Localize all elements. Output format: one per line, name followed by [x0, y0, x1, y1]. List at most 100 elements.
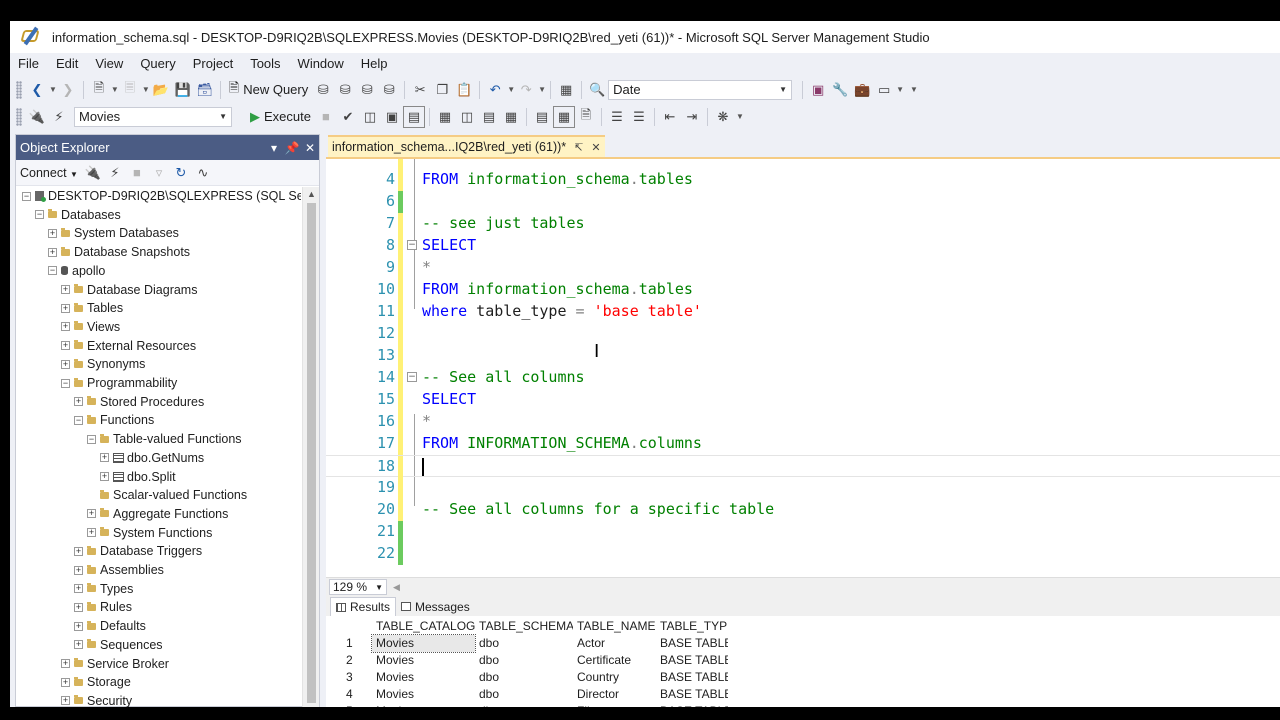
- collapse-icon[interactable]: −: [48, 266, 57, 276]
- stop-icon[interactable]: ■: [126, 162, 148, 184]
- expand-icon[interactable]: +: [100, 453, 109, 463]
- back-icon[interactable]: ❮: [26, 79, 48, 101]
- grid-cell[interactable]: BASE TABLE: [656, 686, 728, 703]
- expand-icon[interactable]: +: [61, 341, 70, 351]
- grid-cell[interactable]: BASE TABLE: [656, 669, 728, 686]
- command-window-dropdown-icon[interactable]: ▼: [896, 85, 904, 94]
- editor-line[interactable]: 12: [326, 323, 1280, 345]
- connect-plug-icon[interactable]: 🔌: [26, 106, 48, 128]
- toolbar-overflow-icon[interactable]: ▼: [910, 85, 918, 94]
- tree-node[interactable]: + Types: [74, 580, 133, 598]
- expand-icon[interactable]: +: [61, 285, 70, 294]
- tree-node[interactable]: + dbo.GetNums: [100, 449, 204, 467]
- editor-line[interactable]: 16 *: [326, 411, 1280, 433]
- grid-cell[interactable]: Movies: [372, 686, 475, 703]
- add-item-icon[interactable]: 🗏: [119, 79, 141, 101]
- pin-icon[interactable]: ↸: [574, 141, 583, 154]
- editor-line[interactable]: 10 FROM information_schema.tables: [326, 279, 1280, 301]
- specify-template-values-icon[interactable]: ❋: [712, 106, 734, 128]
- grid-cell[interactable]: Movies: [372, 652, 475, 669]
- dax-query-icon[interactable]: ⛁: [378, 79, 400, 101]
- scroll-left-icon[interactable]: ◀: [393, 582, 400, 593]
- disconnect-icon[interactable]: ⚡: [104, 162, 126, 184]
- menu-view[interactable]: View: [87, 56, 132, 71]
- estimated-plan-icon[interactable]: ◫: [359, 106, 381, 128]
- collapse-icon[interactable]: −: [35, 210, 44, 220]
- collapse-icon[interactable]: −: [22, 191, 31, 201]
- editor-line[interactable]: 22: [326, 543, 1280, 565]
- results-to-text-icon[interactable]: ▤: [531, 106, 553, 128]
- expand-icon[interactable]: +: [48, 247, 57, 257]
- editor-line[interactable]: 18: [326, 455, 1280, 478]
- table-row[interactable]: 1 Movies dbo Actor BASE TABLE: [340, 634, 728, 653]
- tree-node[interactable]: + System Functions: [87, 524, 212, 542]
- save-all-icon[interactable]: 🗃: [194, 79, 216, 101]
- grid-cell[interactable]: BASE TABLE: [656, 703, 728, 707]
- collapse-icon[interactable]: −: [87, 434, 96, 444]
- comment-lines-icon[interactable]: ☰: [606, 106, 628, 128]
- editor-line[interactable]: 14 − -- See all columns: [326, 367, 1280, 389]
- grid-cell[interactable]: dbo: [475, 635, 573, 652]
- toolbar-overflow-icon[interactable]: ▼: [736, 112, 744, 121]
- menu-query[interactable]: Query: [132, 56, 184, 71]
- editor-line[interactable]: 20 -- See all columns for a specific tabl…: [326, 499, 1280, 521]
- grid-cell[interactable]: dbo: [475, 703, 573, 707]
- tree-node[interactable]: − Functions: [74, 411, 154, 429]
- grid-cell[interactable]: Director: [573, 686, 656, 703]
- new-query-button[interactable]: 🗎 New Query: [225, 79, 312, 101]
- editor-line[interactable]: 15 SELECT: [326, 389, 1280, 411]
- editor-line[interactable]: 8 − SELECT: [326, 235, 1280, 257]
- expand-icon[interactable]: +: [61, 322, 70, 332]
- tree-node[interactable]: + dbo.Split: [100, 468, 176, 486]
- tree-node[interactable]: + Security: [61, 692, 132, 707]
- editor-line[interactable]: 17 FROM INFORMATION_SCHEMA.columns: [326, 433, 1280, 455]
- table-row[interactable]: 4 Movies dbo Director BASE TABLE: [340, 686, 728, 703]
- save-icon[interactable]: 💾: [172, 79, 194, 101]
- column-header[interactable]: TABLE_CATALOG: [372, 618, 475, 635]
- activity-pulse-icon[interactable]: ∿: [192, 162, 214, 184]
- expand-icon[interactable]: +: [100, 472, 109, 481]
- client-statistics-icon[interactable]: ▦: [500, 106, 522, 128]
- menu-help[interactable]: Help: [353, 56, 397, 71]
- menu-tools[interactable]: Tools: [242, 56, 289, 71]
- pin-icon[interactable]: 📌: [283, 141, 301, 155]
- toolbar-grip[interactable]: [16, 80, 22, 99]
- grid-cell[interactable]: Country: [573, 669, 656, 686]
- actual-plan-icon[interactable]: ◫: [456, 106, 478, 128]
- tree-node[interactable]: + Database Diagrams: [61, 281, 197, 299]
- editor-line[interactable]: 7 -- see just tables: [326, 213, 1280, 235]
- tree-node[interactable]: + Views: [61, 318, 120, 336]
- editor-line[interactable]: 11 where table_type = 'base table': [326, 301, 1280, 323]
- editor-line[interactable]: 13: [326, 345, 1280, 367]
- tree-node[interactable]: + Service Broker: [61, 655, 169, 673]
- query-editor[interactable]: I * 4 FROM information_schema.tables 6 7 -- s…: [326, 157, 1280, 577]
- tree-node[interactable]: + Defaults: [74, 617, 146, 635]
- collapse-icon[interactable]: −: [74, 415, 83, 425]
- row-number[interactable]: 2: [340, 652, 372, 669]
- expand-icon[interactable]: +: [74, 546, 83, 556]
- query-options-icon[interactable]: ▤: [402, 105, 425, 128]
- grid-cell[interactable]: Actor: [573, 635, 656, 652]
- fold-collapse-icon[interactable]: −: [407, 372, 417, 382]
- registered-servers-icon[interactable]: ▣: [807, 79, 829, 101]
- tree-node[interactable]: + System Databases: [48, 224, 179, 242]
- paste-icon[interactable]: 📋: [453, 79, 475, 101]
- undo-icon[interactable]: ↶: [484, 79, 506, 101]
- tree-node[interactable]: − Programmability: [61, 374, 177, 392]
- close-icon[interactable]: ✕: [301, 141, 319, 155]
- fold-collapse-icon[interactable]: −: [407, 240, 417, 250]
- tree-node[interactable]: + Assemblies: [74, 561, 164, 579]
- connect-button[interactable]: Connect ▼: [20, 166, 78, 180]
- cancel-query-icon[interactable]: ■: [315, 106, 337, 128]
- tree-node[interactable]: + Aggregate Functions: [87, 505, 228, 523]
- mdx-query-icon[interactable]: ⛁: [312, 79, 334, 101]
- scroll-up-icon[interactable]: ▲: [307, 189, 316, 199]
- expand-icon[interactable]: +: [61, 696, 70, 706]
- editor-line[interactable]: 6: [326, 191, 1280, 213]
- expand-icon[interactable]: +: [61, 303, 70, 313]
- change-connection-icon[interactable]: ⚡: [48, 106, 70, 128]
- find-in-files-icon[interactable]: 🔍: [586, 79, 608, 101]
- connect-plug-icon[interactable]: 🔌: [82, 162, 104, 184]
- menu-window[interactable]: Window: [290, 56, 353, 71]
- expand-icon[interactable]: +: [74, 621, 83, 631]
